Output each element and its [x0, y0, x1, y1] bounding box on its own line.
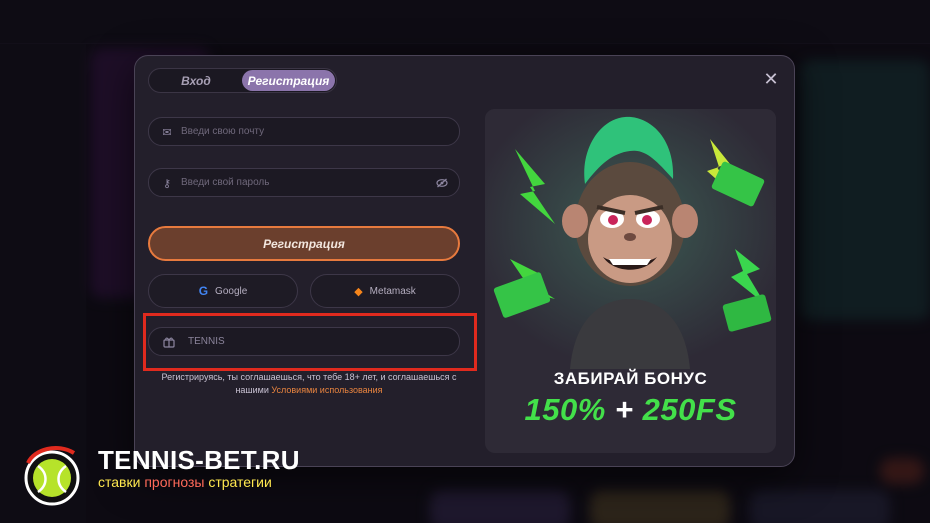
tennis-ball-logo [24, 446, 80, 506]
password-field[interactable]: ⚷ Введи свой пароль [148, 168, 460, 197]
tag-forecasts: прогнозы [144, 474, 205, 490]
promo-code-field[interactable]: TENNIS [148, 327, 460, 356]
email-placeholder: Введи свою почту [181, 126, 265, 137]
google-icon: G [198, 284, 209, 298]
watermark: TENNIS-BET.RU ставки прогнозы стратегии [14, 433, 304, 506]
bonus-plus: + [614, 392, 634, 427]
registration-modal: Вход Регистрация ✕ ✉ Введи свою почту ⚷ … [134, 55, 795, 467]
google-button[interactable]: G Google [148, 274, 298, 308]
monkey-illustration [485, 109, 776, 369]
promo-code-value: TENNIS [188, 336, 225, 347]
metamask-label: Metamask [369, 285, 416, 297]
mail-icon: ✉ [162, 126, 172, 139]
google-label: Google [215, 285, 248, 297]
metamask-icon: ◆ [354, 285, 363, 298]
watermark-tagline: ставки прогнозы стратегии [98, 474, 272, 490]
eye-off-icon[interactable] [435, 176, 449, 190]
terms-link[interactable]: Условиями использования [271, 385, 382, 395]
tab-register[interactable]: Регистрация [242, 70, 335, 91]
tag-bets: ставки [98, 474, 141, 490]
bonus-percent: 150% [524, 392, 606, 427]
gift-icon [162, 335, 176, 349]
password-placeholder: Введи свой пароль [181, 177, 270, 188]
terms-text: Регистрируясь, ты соглашаешься, что тебе… [153, 371, 465, 397]
bonus-freespins: 250FS [642, 392, 737, 427]
promo-title: ЗАБИРАЙ БОНУС [553, 369, 708, 388]
promo-bonus: 150% + 250FS [485, 392, 776, 428]
email-field[interactable]: ✉ Введи свою почту [148, 117, 460, 146]
watermark-name: TENNIS-BET.RU [98, 445, 300, 475]
tab-login[interactable]: Вход [151, 70, 241, 91]
promo-banner: ЗАБИРАЙ БОНУС 150% + 250FS [485, 109, 776, 453]
key-icon: ⚷ [162, 177, 172, 190]
tag-strategies: стратегии [208, 474, 272, 490]
metamask-button[interactable]: ◆ Metamask [310, 274, 460, 308]
register-button[interactable]: Регистрация [148, 226, 460, 261]
auth-tabs: Вход Регистрация [148, 68, 337, 93]
close-icon[interactable]: ✕ [762, 70, 780, 88]
